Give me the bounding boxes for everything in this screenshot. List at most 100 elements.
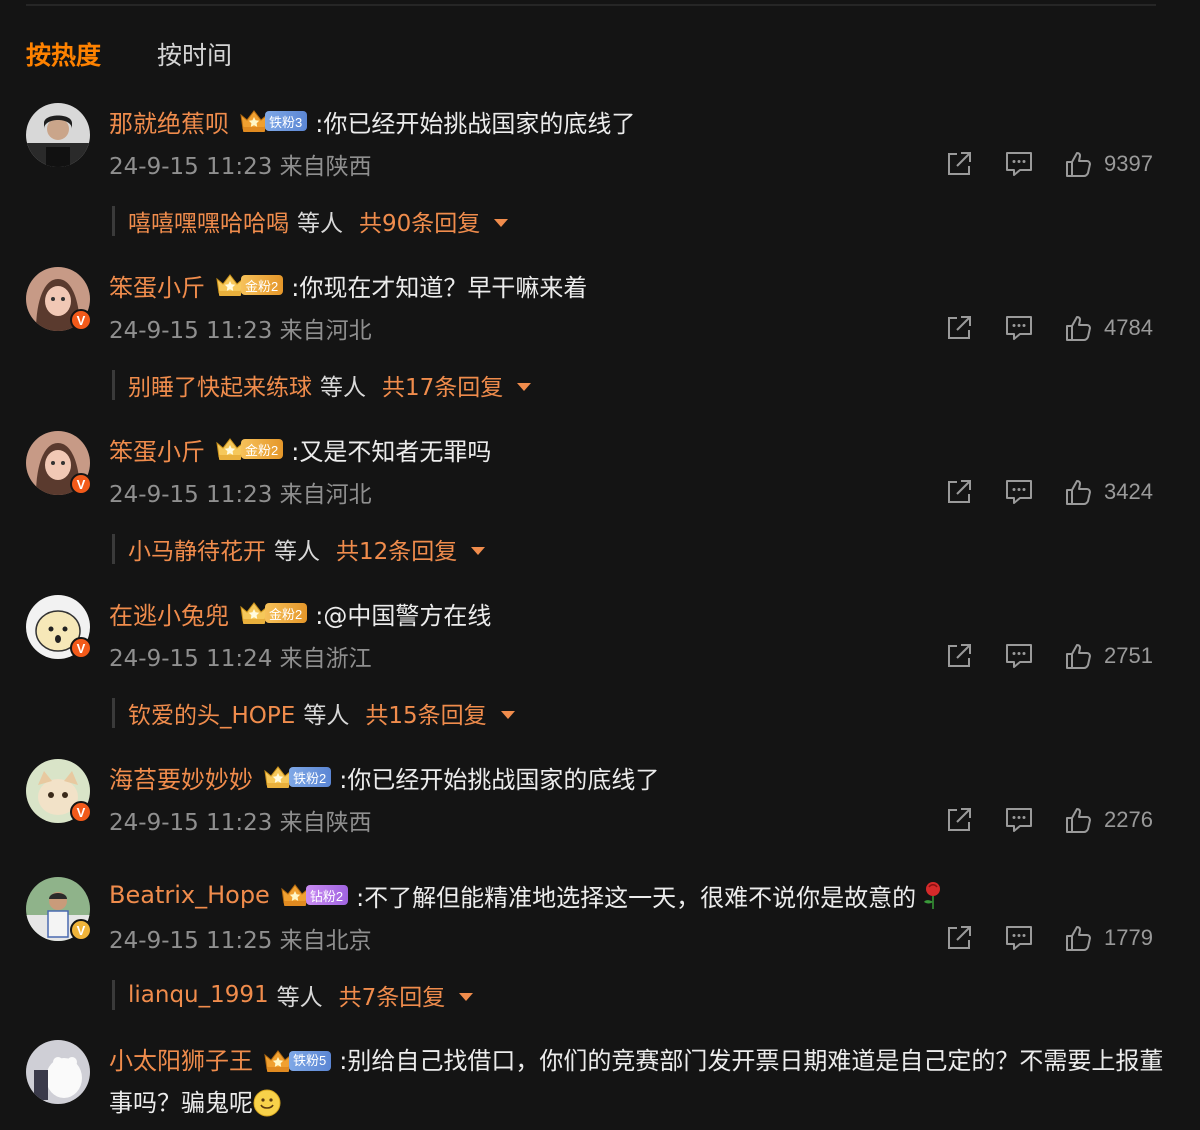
fan-level-label: 金粉2 <box>241 439 284 459</box>
chevron-down-icon[interactable] <box>500 711 515 719</box>
reply-divider <box>112 206 115 236</box>
share-icon[interactable] <box>944 641 974 671</box>
comment-text: :@中国警方在线 <box>315 601 492 630</box>
comment-text: :不了解但能精准地选择这一天，很难不说你是故意的 <box>356 883 917 912</box>
reply-etc: 等人 <box>276 985 323 1011</box>
avatar[interactable]: V <box>26 877 92 941</box>
share-icon[interactable] <box>944 313 974 343</box>
reply-summary[interactable]: 别睡了快起来练球 等人 共17条回复 <box>112 366 532 404</box>
username[interactable]: 在逃小兔兜 <box>109 596 229 631</box>
reply-summary[interactable]: 嘻嘻嘿嘿哈哈喝 等人 共90条回复 <box>112 202 509 240</box>
reply-users[interactable]: 小马静待花开 <box>128 532 266 566</box>
fan-level-label: 铁粉2 <box>289 767 332 787</box>
avatar[interactable]: V <box>26 267 92 331</box>
reply-etc: 等人 <box>320 375 366 401</box>
comment-text: :你已经开始挑战国家的底线了 <box>339 765 660 794</box>
comment-meta: 24-9-15 11:25 来自北京 <box>109 928 372 954</box>
like-count: 2276 <box>1104 807 1153 832</box>
comment-meta: 24-9-15 11:24 来自浙江 <box>109 646 372 672</box>
reply-count[interactable]: 共12条回复 <box>336 532 457 566</box>
like-icon[interactable] <box>1064 313 1094 343</box>
share-icon[interactable] <box>944 923 974 953</box>
reply-summary[interactable]: 小马静待花开 等人 共12条回复 <box>112 530 486 568</box>
comment-icon[interactable] <box>1004 477 1034 507</box>
comment-icon[interactable] <box>1004 313 1034 343</box>
verified-icon: V <box>70 309 92 331</box>
like-count: 3424 <box>1104 479 1153 504</box>
reply-users[interactable]: lianqu_1991 <box>128 982 269 1008</box>
fan-level-label: 金粉2 <box>265 603 308 623</box>
chevron-down-icon[interactable] <box>517 383 532 391</box>
reply-users[interactable]: 钦爱的头_HOPE <box>128 696 295 730</box>
comment-meta: 24-9-15 11:23 来自河北 <box>109 482 372 508</box>
fan-level-label: 铁粉3 <box>265 111 308 131</box>
rose-icon <box>924 882 941 909</box>
like-icon[interactable] <box>1064 477 1094 507</box>
avatar[interactable]: V <box>26 759 92 823</box>
fan-badge: 铁粉3 <box>237 107 308 135</box>
like-count: 9397 <box>1104 151 1153 176</box>
verified-icon: V <box>70 637 92 659</box>
comment-icon[interactable] <box>1004 641 1034 671</box>
reply-divider <box>112 370 115 400</box>
reply-count[interactable]: 共7条回复 <box>339 978 446 1012</box>
verified-icon: V <box>70 473 92 495</box>
chevron-down-icon[interactable] <box>494 219 509 227</box>
verified-icon: V <box>70 919 92 941</box>
comment-icon[interactable] <box>1004 805 1034 835</box>
comment-text: :你已经开始挑战国家的底线了 <box>315 109 636 138</box>
share-icon[interactable] <box>944 805 974 835</box>
avatar[interactable] <box>26 1040 90 1104</box>
like-icon[interactable] <box>1064 805 1094 835</box>
fan-badge: 金粉2 <box>237 599 308 627</box>
like-count: 1779 <box>1104 925 1153 950</box>
reply-users[interactable]: 别睡了快起来练球 <box>128 368 312 402</box>
fan-badge: 铁粉2 <box>261 763 332 791</box>
share-icon[interactable] <box>944 149 974 179</box>
verified-icon: V <box>70 801 92 823</box>
comment-text: :又是不知者无罪吗 <box>291 437 492 466</box>
comment-icon[interactable] <box>1004 923 1034 953</box>
chevron-down-icon[interactable] <box>471 547 486 555</box>
chevron-down-icon[interactable] <box>459 993 474 1001</box>
fan-level-label: 钻粉2 <box>305 885 349 905</box>
reply-etc: 等人 <box>303 703 350 729</box>
tab-sort-hot[interactable]: 按热度 <box>26 36 101 72</box>
username[interactable]: 笨蛋小斤 <box>109 268 205 303</box>
username[interactable]: 海苔要妙妙妙 <box>109 760 253 795</box>
like-icon[interactable] <box>1064 641 1094 671</box>
reply-count[interactable]: 共90条回复 <box>359 204 480 238</box>
username[interactable]: 那就绝蕉呗 <box>109 104 229 139</box>
username[interactable]: 小太阳狮子王 <box>109 1047 253 1075</box>
fan-badge: 钻粉2 <box>278 881 349 909</box>
tab-sort-time[interactable]: 按时间 <box>157 36 232 72</box>
avatar[interactable] <box>26 103 90 167</box>
reply-count[interactable]: 共17条回复 <box>382 368 503 402</box>
reply-count[interactable]: 共15条回复 <box>365 696 486 730</box>
comment-icon[interactable] <box>1004 149 1034 179</box>
fan-badge: 金粉2 <box>213 271 284 299</box>
fan-level-label: 金粉2 <box>241 275 284 295</box>
comment-meta: 24-9-15 11:23 来自陕西 <box>109 810 372 836</box>
like-icon[interactable] <box>1064 923 1094 953</box>
share-icon[interactable] <box>944 477 974 507</box>
username[interactable]: 笨蛋小斤 <box>109 432 205 467</box>
fan-level-label: 铁粉5 <box>289 1051 332 1071</box>
like-icon[interactable] <box>1064 149 1094 179</box>
top-divider <box>26 4 1156 6</box>
reply-summary[interactable]: lianqu_1991 等人 共7条回复 <box>112 976 474 1014</box>
comment-text: :你现在才知道？早干嘛来着 <box>291 273 588 302</box>
smile-emoji-icon <box>253 1089 281 1117</box>
reply-divider <box>112 698 115 728</box>
reply-users[interactable]: 嘻嘻嘿嘿哈哈喝 <box>128 204 289 238</box>
fan-badge: 金粉2 <box>213 435 284 463</box>
comment-meta: 24-9-15 11:23 来自河北 <box>109 318 372 344</box>
username[interactable]: Beatrix_Hope <box>109 881 270 909</box>
reply-etc: 等人 <box>297 211 343 237</box>
avatar[interactable]: V <box>26 431 92 495</box>
reply-divider <box>112 980 115 1010</box>
reply-summary[interactable]: 钦爱的头_HOPE 等人 共15条回复 <box>112 694 515 732</box>
like-count: 2751 <box>1104 643 1153 668</box>
fan-badge: 铁粉5 <box>261 1047 332 1075</box>
avatar[interactable]: V <box>26 595 92 659</box>
